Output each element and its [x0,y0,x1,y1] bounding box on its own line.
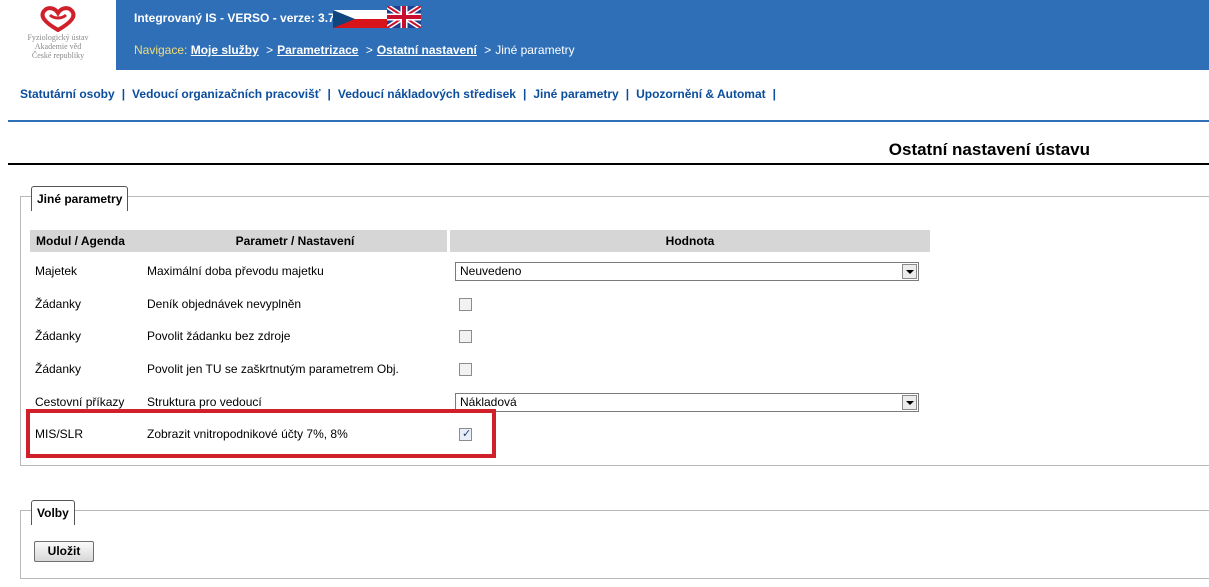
row-module: Žádanky [35,297,82,311]
breadcrumb-current: Jiné parametry [495,43,575,57]
allow-request-no-source-checkbox[interactable] [459,330,472,343]
breadcrumb: Navigace: Moje služby > Parametrizace > Os… [134,43,575,57]
breadcrumb-prefix: Navigace: [134,43,188,57]
app-title: Integrovaný IS - VERSO - verze: 3.7.0. [134,11,349,25]
tab-statutarni-osoby[interactable]: Statutární osoby [20,87,115,101]
table-row: Žádanky Povolit žádanku bez zdroje [0,327,1209,357]
tab-links: Statutární osoby | Vedoucí organizačních p… [20,87,776,101]
order-log-checkbox[interactable] [459,298,472,311]
save-button[interactable]: Uložit [34,541,94,562]
options-legend: Volby [31,500,75,525]
column-header-parametr: Parametr / Nastavení [143,230,447,252]
czech-flag-icon[interactable] [333,10,389,28]
tab-upozorneni-automat[interactable]: Upozornění & Automat [636,87,766,101]
params-legend: Jiné parametry [31,186,129,211]
column-header-modul: Modul / Agenda [30,230,143,252]
max-transfer-select[interactable]: Neuvedeno [455,262,919,281]
row-param: Maximální doba převodu majetku [147,264,324,278]
tab-vedouci-organizacnich-pracovist[interactable]: Vedoucí organizačních pracovišť [132,87,320,101]
row-module: Žádanky [35,362,82,376]
table-row: Majetek Maximální doba převodu majetku N… [0,262,1209,292]
chevron-down-icon[interactable] [902,395,917,410]
row-param: Povolit žádanku bez zdroje [147,329,291,343]
column-header-hodnota: Hodnota [450,230,930,252]
row-module: Majetek [35,264,78,278]
table-row: Žádanky Povolit jen TU se zaškrtnutým pa… [0,360,1209,390]
select-value: Neuvedeno [460,264,522,278]
divider [8,163,1209,165]
row-module: Cestovní příkazy [35,395,125,409]
language-flags [333,6,453,32]
options-fieldset: Volby Uložit [20,500,1209,579]
heart-logo-icon [40,6,76,32]
table-row: Žádanky Deník objednávek nevyplněn [0,295,1209,325]
allow-tu-checkbox[interactable] [459,363,472,376]
highlight-box [26,409,496,458]
row-param: Povolit jen TU se zaškrtnutým parametrem… [147,362,399,376]
tab-vedouci-nakladovych-stredisek[interactable]: Vedoucí nákladových středisek [338,87,516,101]
uk-flag-icon[interactable] [387,6,421,28]
institute-logo[interactable]: Fyziologický ústav Akademie věd České re… [0,0,116,70]
row-module: Žádanky [35,329,82,343]
logo-text: Fyziologický ústav Akademie věd České re… [27,33,89,60]
breadcrumb-parametrizace[interactable]: Parametrizace [277,43,358,57]
tab-jine-parametry[interactable]: Jiné parametry [533,87,618,101]
divider [8,120,1209,122]
header-bar: Fyziologický ústav Akademie věd České re… [0,0,1209,70]
breadcrumb-ostatni-nastaveni[interactable]: Ostatní nastavení [377,43,477,57]
row-param: Struktura pro vedoucí [147,395,262,409]
row-param: Deník objednávek nevyplněn [147,297,302,311]
breadcrumb-moje-sluzby[interactable]: Moje služby [191,43,259,57]
structure-select[interactable]: Nákladová [455,393,919,412]
page-title: Ostatní nastavení ústavu [888,140,1090,159]
chevron-down-icon[interactable] [902,264,917,279]
select-value: Nákladová [460,395,517,409]
